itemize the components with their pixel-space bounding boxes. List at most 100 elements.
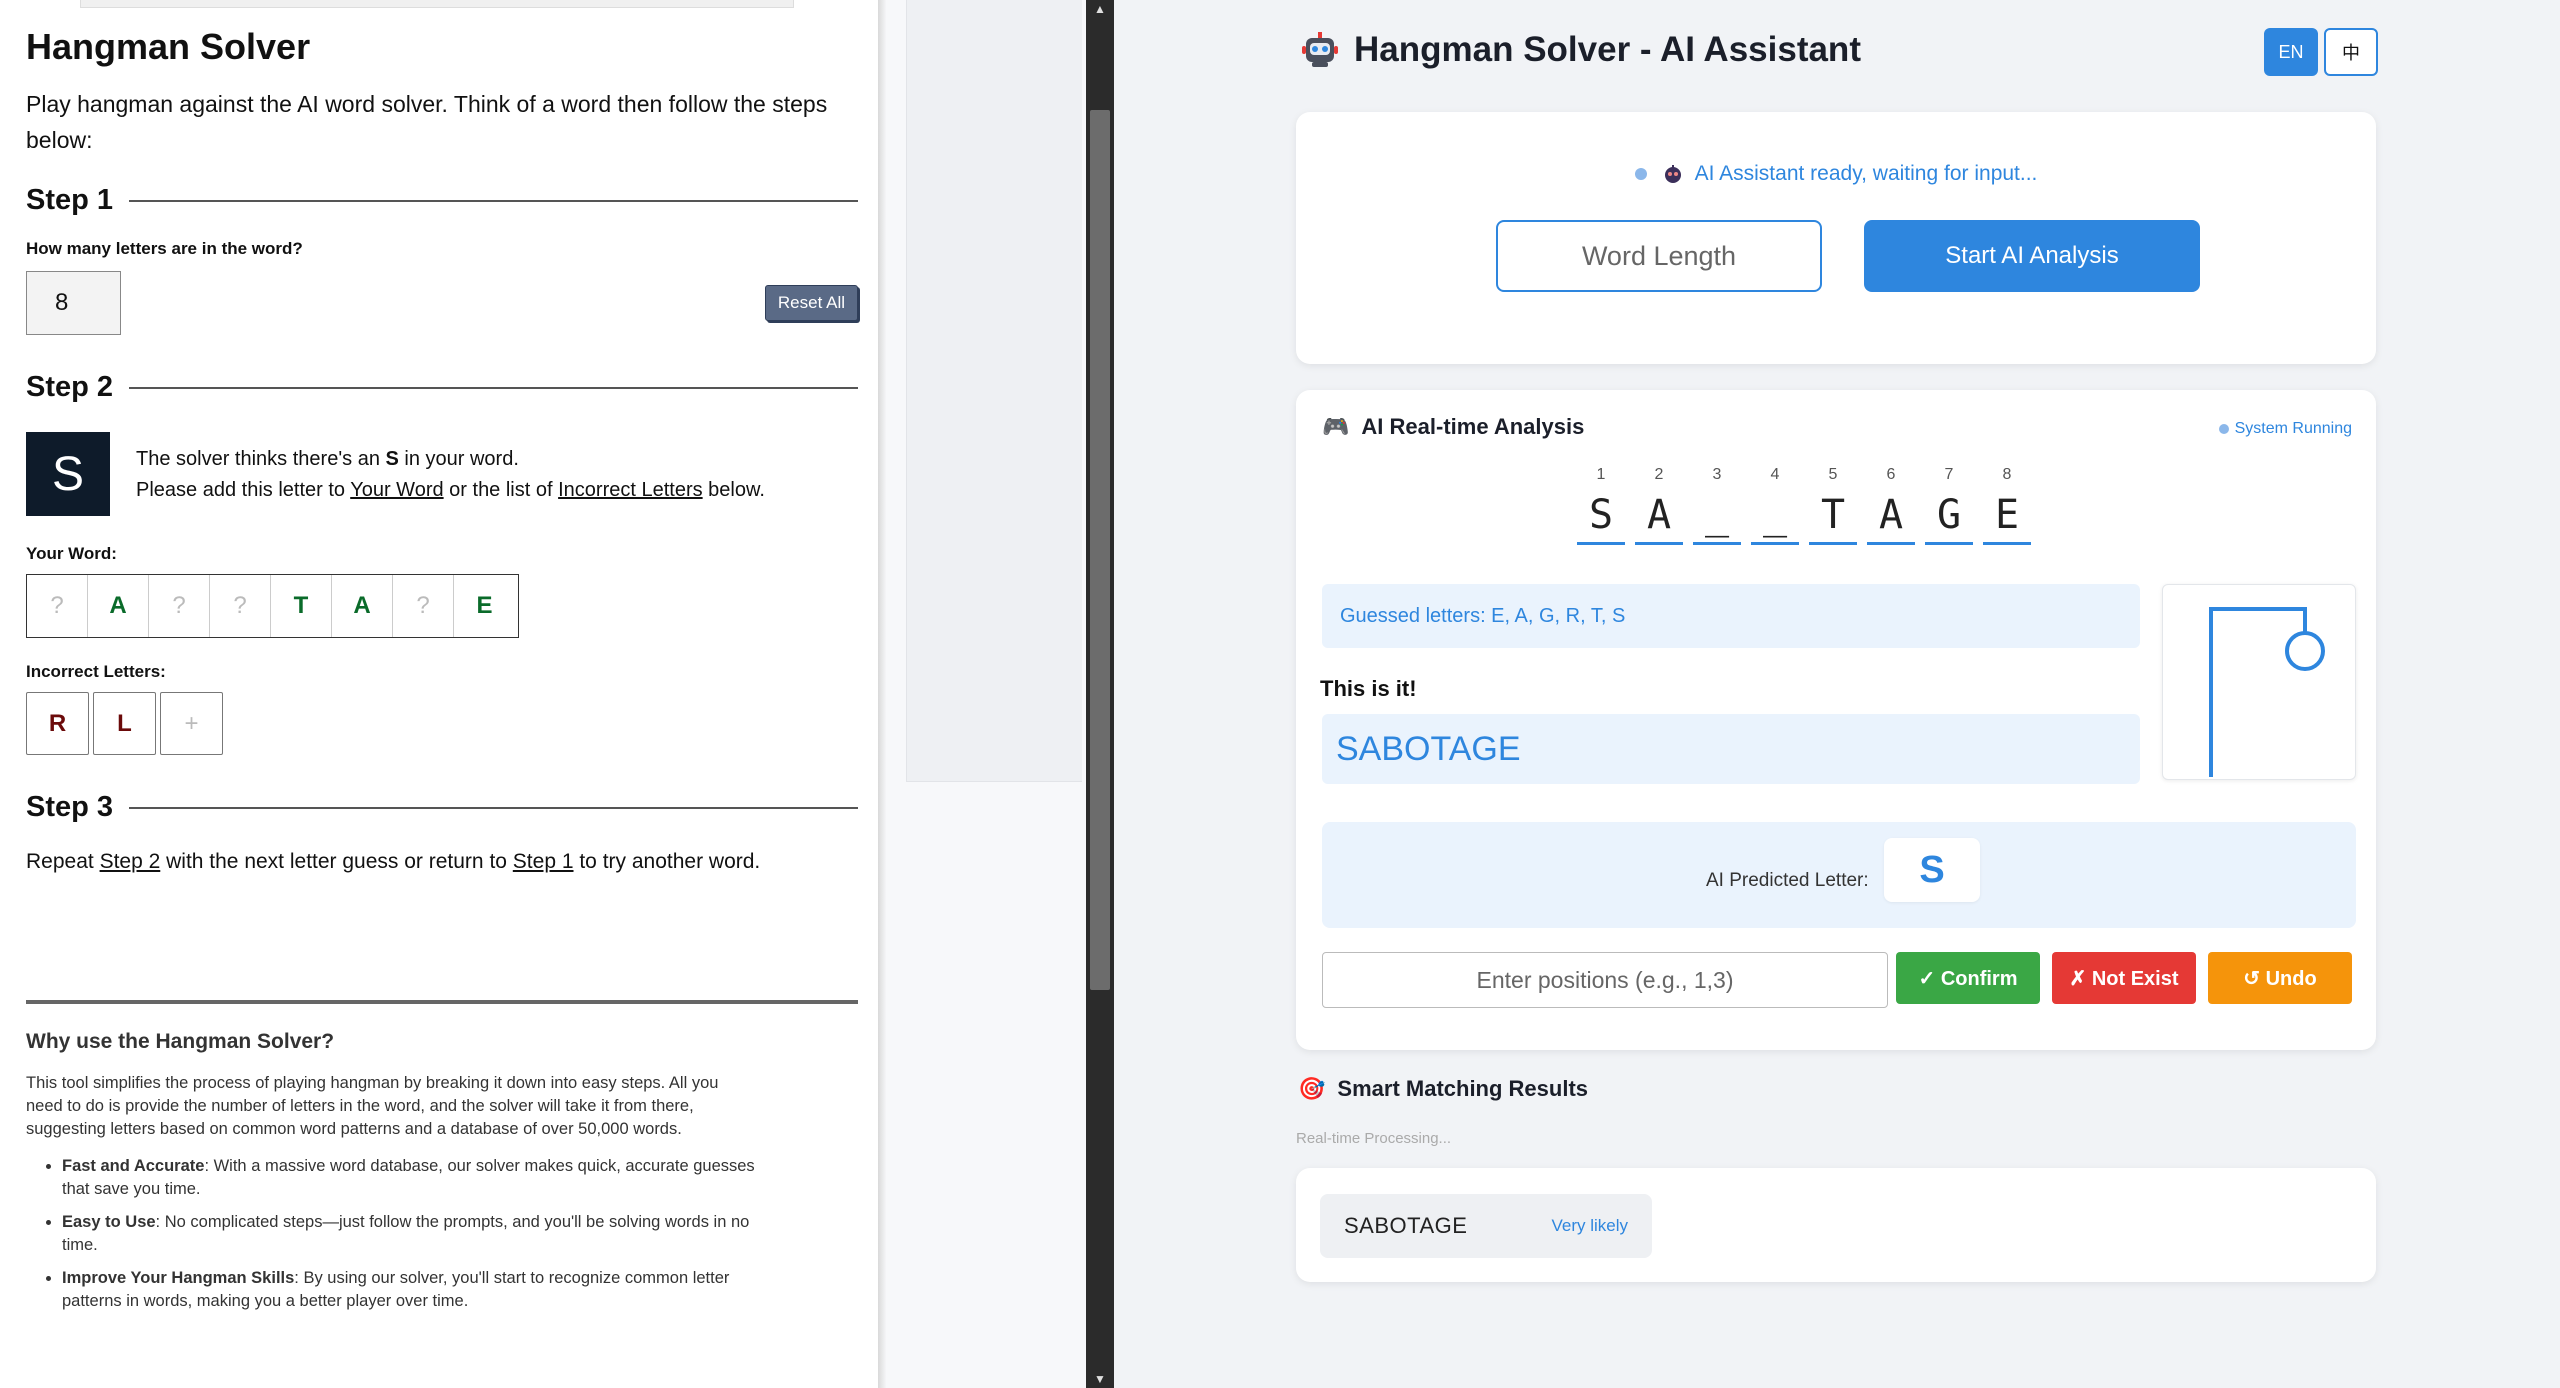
matching-results-card: SABOTAGE Very likely bbox=[1296, 1168, 2376, 1282]
incorrect-letter-2[interactable]: L bbox=[93, 692, 156, 755]
status-line: AI Assistant ready, waiting for input... bbox=[1296, 162, 2376, 186]
pattern-underline bbox=[1809, 542, 1857, 545]
start-ai-analysis-button[interactable]: Start AI Analysis bbox=[1864, 220, 2200, 292]
system-status-text: System Running bbox=[2234, 420, 2352, 437]
step1-label: Step 1 bbox=[26, 184, 114, 216]
pattern-cell: 3 _ bbox=[1688, 466, 1746, 545]
solved-word: SABOTAGE bbox=[1322, 714, 2140, 784]
why-bullet-1-bold: Fast and Accurate bbox=[62, 1157, 205, 1175]
word-cell-4[interactable]: ? bbox=[210, 575, 271, 637]
robot-icon bbox=[1664, 165, 1681, 183]
result-item[interactable]: SABOTAGE Very likely bbox=[1320, 1194, 1652, 1258]
pattern-cell: 5T bbox=[1804, 466, 1862, 545]
blank-panel-upper bbox=[906, 0, 1082, 782]
step3-text: Repeat Step 2 with the next letter guess… bbox=[26, 850, 858, 874]
pattern-letter: G bbox=[1936, 492, 1962, 538]
top-bar-remnant bbox=[80, 0, 794, 8]
pattern-cell: 1S bbox=[1572, 466, 1630, 545]
add-incorrect-letter-button[interactable]: + bbox=[160, 692, 223, 755]
pattern-position: 5 bbox=[1828, 466, 1838, 483]
word-cell-5[interactable]: T bbox=[271, 575, 332, 637]
why-body: This tool simplifies the process of play… bbox=[26, 1074, 719, 1138]
pattern-position: 7 bbox=[1944, 466, 1954, 483]
your-word-row: ? A ? ? T A ? E bbox=[26, 574, 519, 638]
positions-input[interactable]: Enter positions (e.g., 1,3) bbox=[1322, 952, 1888, 1008]
pattern-position: 4 bbox=[1770, 466, 1780, 483]
word-cell-2[interactable]: A bbox=[88, 575, 149, 637]
guessed-letters: Guessed letters: E, A, G, R, T, S bbox=[1322, 584, 2140, 648]
pattern-letter: T bbox=[1820, 492, 1846, 538]
reset-all-button[interactable]: Reset All bbox=[764, 285, 858, 321]
analysis-title-text: AI Real-time Analysis bbox=[1361, 414, 1585, 439]
why-title: Why use the Hangman Solver? bbox=[26, 1030, 335, 1053]
target-icon: 🎯 bbox=[1298, 1076, 1326, 1101]
pattern-cell: 7G bbox=[1920, 466, 1978, 545]
pattern-cell: 8E bbox=[1978, 466, 2036, 545]
not-exist-button[interactable]: ✗ Not Exist bbox=[2052, 952, 2196, 1004]
why-bullet-3: Improve Your Hangman Skills: By using ou… bbox=[62, 1267, 766, 1313]
result-likelihood: Very likely bbox=[1551, 1216, 1628, 1235]
pattern-cell: 2A bbox=[1630, 466, 1688, 545]
pattern-underline bbox=[1635, 542, 1683, 545]
left-content: Hangman Solver Play hangman against the … bbox=[26, 26, 858, 1323]
incorrect-letter-1[interactable]: R bbox=[26, 692, 89, 755]
robot-icon bbox=[1302, 32, 1338, 67]
word-cell-7[interactable]: ? bbox=[393, 575, 454, 637]
count-row: 8 Reset All bbox=[26, 271, 858, 335]
word-cell-1[interactable]: ? bbox=[27, 575, 88, 637]
letter-count-question: How many letters are in the word? bbox=[26, 239, 303, 258]
section-separator bbox=[26, 1000, 858, 1004]
your-word-label: Your Word: bbox=[26, 544, 117, 563]
suggestion-text: The solver thinks there's an S in your w… bbox=[136, 444, 765, 506]
why-bullet-2-text: : No complicated steps—just follow the p… bbox=[62, 1213, 750, 1254]
prediction-box: AI Predicted Letter: S bbox=[1322, 822, 2356, 928]
word-cell-6[interactable]: A bbox=[332, 575, 393, 637]
suggestion-row: S The solver thinks there's an S in your… bbox=[26, 432, 858, 516]
pattern-underline bbox=[1925, 542, 1973, 545]
predicted-letter-label: AI Predicted Letter: bbox=[1706, 870, 1869, 891]
suggestion-line1-post: in your word. bbox=[398, 448, 519, 470]
suggestion-letter: S bbox=[385, 448, 399, 470]
step2-heading: Step 2 bbox=[26, 371, 858, 404]
hangman-solver-page: Hangman Solver Play hangman against the … bbox=[0, 0, 882, 1388]
scrollbar-thumb[interactable] bbox=[1090, 110, 1110, 990]
gamepad-icon: 🎮 bbox=[1322, 414, 1350, 439]
pattern-underline bbox=[1693, 542, 1741, 545]
gallows-icon bbox=[2209, 607, 2325, 777]
step3-text-pre: Repeat bbox=[26, 850, 100, 873]
result-word: SABOTAGE bbox=[1344, 1213, 1468, 1238]
pattern-position: 6 bbox=[1886, 466, 1896, 483]
hangman-drawing bbox=[2162, 584, 2356, 780]
undo-button[interactable]: ↺ Undo bbox=[2208, 952, 2352, 1004]
step2-rule bbox=[129, 386, 858, 389]
predicted-letter: S bbox=[1884, 838, 1980, 902]
letter-count-input[interactable]: 8 bbox=[26, 271, 121, 335]
scroll-down-icon[interactable]: ▼ bbox=[1086, 1370, 1114, 1388]
step2-link[interactable]: Step 2 bbox=[100, 850, 161, 873]
why-list: Fast and Accurate: With a massive word d… bbox=[26, 1155, 766, 1313]
matching-title: 🎯 Smart Matching Results bbox=[1298, 1076, 1588, 1102]
incorrect-letters-label: Incorrect Letters: bbox=[26, 662, 166, 681]
word-cell-8[interactable]: E bbox=[454, 575, 515, 637]
suggested-letter-tile: S bbox=[26, 432, 110, 516]
step1-link[interactable]: Step 1 bbox=[513, 850, 574, 873]
pattern-position: 2 bbox=[1654, 466, 1664, 483]
your-word-link[interactable]: Your Word bbox=[350, 479, 443, 501]
step3-rule bbox=[129, 806, 858, 809]
word-length-input[interactable]: Word Length bbox=[1496, 220, 1822, 292]
why-bullet-2-bold: Easy to Use bbox=[62, 1213, 156, 1231]
word-cell-3[interactable]: ? bbox=[149, 575, 210, 637]
lang-en-button[interactable]: EN bbox=[2264, 28, 2318, 76]
suggestion-line2-pre: Please add this letter to bbox=[136, 479, 351, 501]
why-bullet-2: Easy to Use: No complicated steps—just f… bbox=[62, 1211, 766, 1257]
assistant-title: Hangman Solver - AI Assistant bbox=[1354, 30, 1861, 69]
system-status: System Running bbox=[2218, 420, 2352, 438]
pattern-underline bbox=[1867, 542, 1915, 545]
confirm-button[interactable]: ✓ Confirm bbox=[1896, 952, 2040, 1004]
incorrect-letters-link[interactable]: Incorrect Letters bbox=[558, 479, 703, 501]
pattern-letter: _ bbox=[1762, 492, 1788, 538]
scroll-up-icon[interactable]: ▲ bbox=[1086, 0, 1114, 18]
vertical-scrollbar[interactable]: ▲ ▼ bbox=[1086, 0, 1114, 1388]
lang-zh-button[interactable]: 中 bbox=[2324, 28, 2378, 76]
suggestion-line-2: Please add this letter to Your Word or t… bbox=[136, 475, 765, 506]
